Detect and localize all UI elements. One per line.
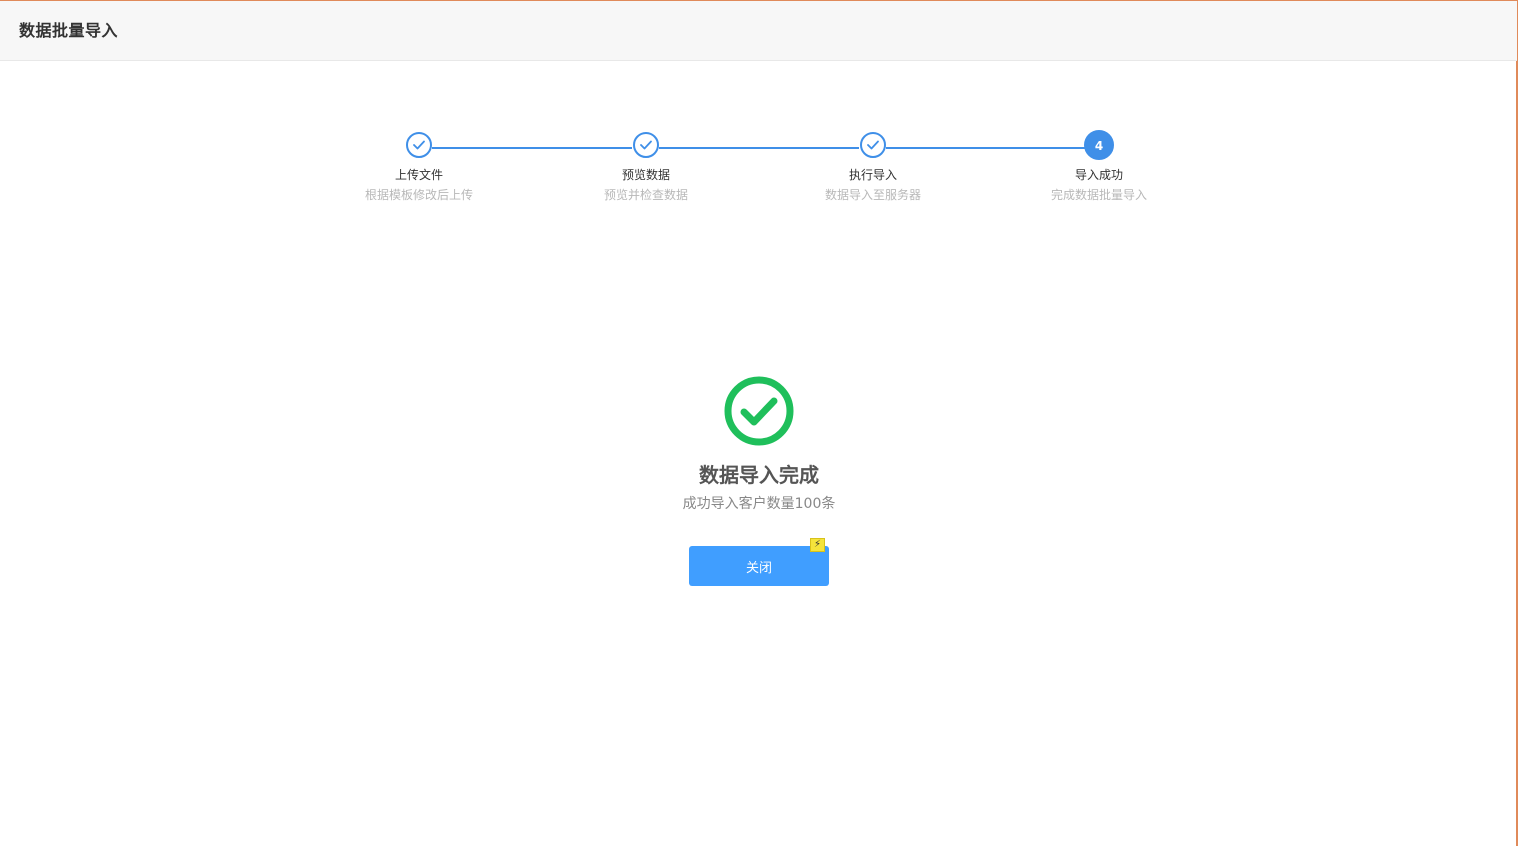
check-icon bbox=[640, 140, 652, 150]
result-panel: 数据导入完成 成功导入客户数量100条 bbox=[0, 376, 1518, 514]
result-subtitle: 成功导入客户数量100条 bbox=[682, 496, 836, 512]
step-import-success: 4 导入成功 完成数据批量导入 bbox=[1019, 130, 1179, 203]
step-done-circle bbox=[406, 132, 432, 158]
step-title: 上传文件 bbox=[394, 168, 443, 182]
import-window: 数据批量导入 上传文件 根据模板修改后上传 预览数据 预览并检查数据 执行导入 … bbox=[0, 0, 1518, 846]
result-title: 数据导入完成 bbox=[699, 463, 819, 487]
step-description: 数据导入至服务器 bbox=[824, 188, 921, 202]
check-icon bbox=[413, 140, 425, 150]
steps-bar: 上传文件 根据模板修改后上传 预览数据 预览并检查数据 执行导入 数据导入至服务… bbox=[0, 1, 1520, 221]
step-description: 完成数据批量导入 bbox=[1050, 188, 1147, 202]
step-title: 执行导入 bbox=[848, 168, 897, 182]
step-description: 根据模板修改后上传 bbox=[364, 188, 473, 202]
close-button[interactable]: 关闭 bbox=[689, 546, 829, 586]
step-done-circle bbox=[860, 132, 886, 158]
step-title: 导入成功 bbox=[1074, 168, 1123, 182]
check-circle-icon bbox=[724, 376, 794, 446]
step-execute-import: 执行导入 数据导入至服务器 bbox=[793, 132, 953, 203]
lightning-icon: ⚡ bbox=[810, 538, 825, 552]
step-description: 预览并检查数据 bbox=[603, 188, 688, 202]
step-upload-file: 上传文件 根据模板修改后上传 bbox=[339, 132, 499, 203]
step-number-circle: 4 bbox=[1084, 130, 1114, 160]
step-preview-data: 预览数据 预览并检查数据 bbox=[566, 132, 726, 203]
check-icon bbox=[867, 140, 879, 150]
step-done-circle bbox=[633, 132, 659, 158]
step-title: 预览数据 bbox=[621, 168, 670, 182]
